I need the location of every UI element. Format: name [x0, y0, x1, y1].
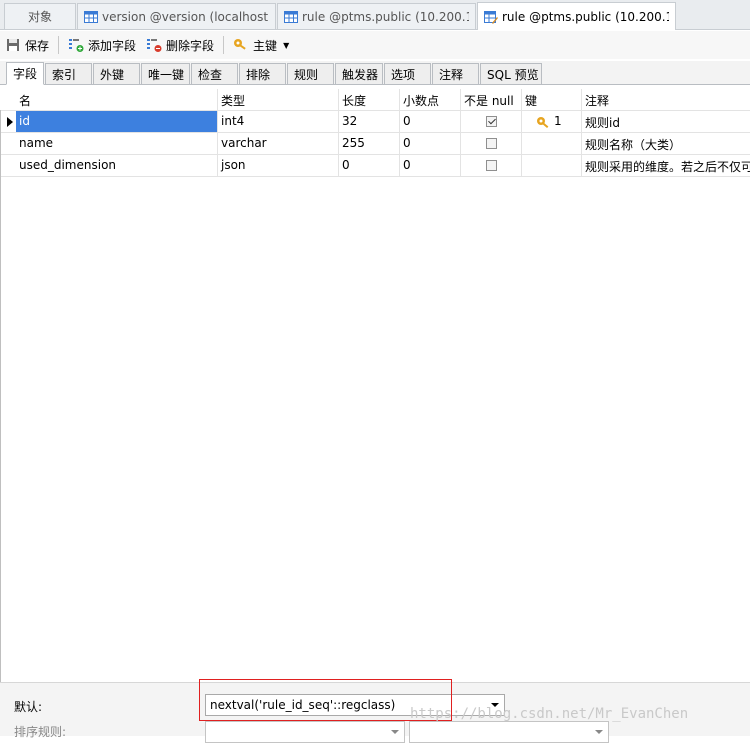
- field-length-cell[interactable]: 255: [339, 133, 400, 155]
- design-toolbar: 保存 添加字段 删除字段 主键 ▼: [0, 31, 750, 59]
- field-length-cell[interactable]: 0: [339, 155, 400, 177]
- tab-foreign-keys[interactable]: 外键: [93, 63, 141, 84]
- key-icon: [537, 117, 549, 129]
- delete-field-button[interactable]: 删除字段: [141, 34, 219, 56]
- table-row[interactable]: id int4 32 0 1 规则id: [0, 111, 750, 133]
- tab-indexes[interactable]: 索引: [45, 63, 93, 84]
- chevron-down-icon: ▼: [283, 40, 290, 50]
- table-design-icon: [484, 10, 498, 24]
- chevron-down-icon[interactable]: [391, 730, 399, 734]
- tab-rule-design-label: rule @ptms.public (10.200.1...: [502, 9, 669, 24]
- tab-rule-design[interactable]: rule @ptms.public (10.200.1...: [477, 2, 676, 30]
- watermark: https://blog.csdn.net/Mr_EvanChen: [410, 706, 689, 722]
- field-not-null-cell[interactable]: [461, 111, 522, 133]
- primary-key-label: 主键: [253, 38, 278, 53]
- add-field-label: 添加字段: [88, 38, 137, 53]
- key-order: 1: [554, 114, 562, 128]
- table-row[interactable]: used_dimension json 0 0 规则采用的维度。若之后不仅可: [0, 155, 750, 177]
- field-decimals-cell[interactable]: 0: [400, 155, 461, 177]
- field-decimals-cell[interactable]: 0: [400, 133, 461, 155]
- default-label: 默认:: [14, 700, 43, 714]
- field-type-cell[interactable]: varchar: [218, 133, 339, 155]
- field-type-cell[interactable]: int4: [218, 111, 339, 133]
- field-name-cell[interactable]: used_dimension: [16, 155, 218, 177]
- tab-excludes[interactable]: 排除: [239, 63, 287, 84]
- field-not-null-cell[interactable]: [461, 133, 522, 155]
- toolbar-divider: [223, 36, 225, 54]
- table-row[interactable]: name varchar 255 0 规则名称（大类）: [0, 133, 750, 155]
- sort-rule-secondary-combo[interactable]: [409, 721, 609, 743]
- tab-fields[interactable]: 字段: [6, 62, 45, 85]
- chevron-down-icon[interactable]: [595, 730, 603, 734]
- not-null-checkbox[interactable]: [486, 138, 497, 149]
- field-comment-cell[interactable]: 规则名称（大类）: [582, 133, 750, 155]
- tab-sql-preview[interactable]: SQL 预览: [480, 63, 543, 84]
- sort-rule-label: 排序规则:: [14, 725, 67, 739]
- field-comment-cell[interactable]: 规则采用的维度。若之后不仅可: [582, 155, 750, 177]
- row-marker: [0, 133, 16, 155]
- grid-header: 名 类型 长度 小数点 不是 null 键 注释: [0, 89, 750, 111]
- tab-rules[interactable]: 规则: [287, 63, 335, 84]
- design-sub-tabs: 字段 索引 外键 唯一键 检查 排除 规则 触发器 选项 注释 SQL 预览: [0, 61, 750, 85]
- field-comment-cell[interactable]: 规则id: [582, 111, 750, 133]
- grid-left-border: [0, 110, 1, 685]
- not-null-checkbox[interactable]: [486, 116, 497, 127]
- field-length-cell[interactable]: 32: [339, 111, 400, 133]
- row-marker-header: [0, 89, 16, 111]
- field-key-cell[interactable]: [522, 133, 582, 155]
- tab-rule-table[interactable]: rule @ptms.public (10.200.1...: [277, 3, 476, 29]
- column-header-length[interactable]: 长度: [339, 89, 400, 111]
- tab-objects-label: 对象: [27, 10, 52, 24]
- sort-rule-combo[interactable]: [205, 721, 405, 743]
- column-header-comment[interactable]: 注释: [582, 89, 750, 111]
- tab-options[interactable]: 选项: [384, 63, 432, 84]
- row-marker: [0, 155, 16, 177]
- add-field-button[interactable]: 添加字段: [63, 34, 141, 56]
- column-header-decimals[interactable]: 小数点: [400, 89, 461, 111]
- tab-version-table[interactable]: version @version (localhost...: [77, 3, 276, 29]
- key-icon: [234, 39, 246, 50]
- tab-triggers[interactable]: 触发器: [335, 63, 384, 84]
- tab-checks[interactable]: 检查: [191, 63, 239, 84]
- save-label: 保存: [25, 38, 50, 53]
- document-tab-bar: 对象 version @version (localhost... rule @…: [0, 0, 750, 30]
- field-key-cell[interactable]: 1: [522, 111, 582, 133]
- toolbar-divider: [58, 36, 60, 54]
- table-icon: [84, 10, 98, 23]
- save-icon: [7, 39, 19, 51]
- delete-field-icon: [147, 39, 162, 52]
- tab-objects[interactable]: 对象: [4, 3, 76, 29]
- field-decimals-cell[interactable]: 0: [400, 111, 461, 133]
- field-type-cell[interactable]: json: [218, 155, 339, 177]
- column-header-not-null[interactable]: 不是 null: [461, 89, 522, 111]
- row-marker: [0, 111, 16, 133]
- tab-unique-keys[interactable]: 唯一键: [141, 63, 191, 84]
- not-null-checkbox[interactable]: [486, 160, 497, 171]
- tab-comments[interactable]: 注释: [432, 63, 480, 84]
- field-name-cell[interactable]: name: [16, 133, 218, 155]
- column-header-key[interactable]: 键: [522, 89, 582, 111]
- field-not-null-cell[interactable]: [461, 155, 522, 177]
- tab-rule-table-label: rule @ptms.public (10.200.1...: [302, 9, 469, 24]
- fields-grid: 名 类型 长度 小数点 不是 null 键 注释 id int4 32 0 1 …: [0, 89, 750, 177]
- save-button[interactable]: 保存: [0, 34, 54, 56]
- delete-field-label: 删除字段: [166, 38, 215, 53]
- field-key-cell[interactable]: [522, 155, 582, 177]
- table-icon: [284, 10, 298, 23]
- add-field-icon: [69, 39, 84, 52]
- tab-version-label: version @version (localhost...: [102, 9, 269, 24]
- column-header-type[interactable]: 类型: [218, 89, 339, 111]
- current-row-arrow-icon: [7, 117, 13, 127]
- field-name-cell[interactable]: id: [16, 111, 218, 133]
- column-header-name[interactable]: 名: [16, 89, 218, 111]
- primary-key-button[interactable]: 主键 ▼: [228, 34, 294, 56]
